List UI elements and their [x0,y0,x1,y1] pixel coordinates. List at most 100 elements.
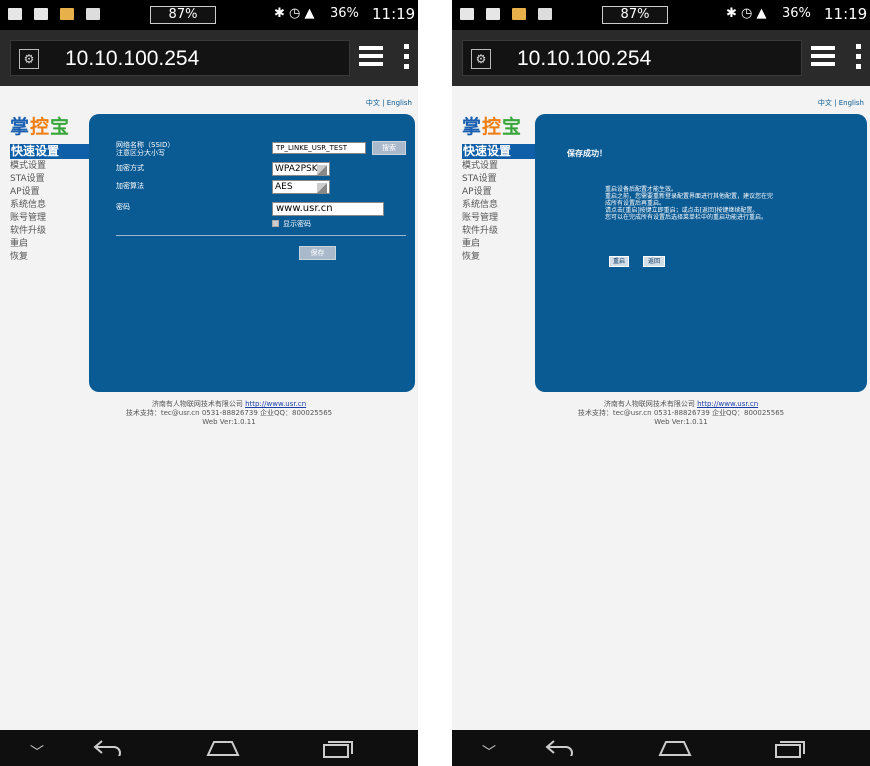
no-signal-icon [34,8,48,20]
battery-box: 87% [602,6,668,24]
logo: 掌控宝 [10,116,71,138]
cat-notification-icon [538,8,552,20]
password-label: 密码 [116,203,130,211]
nav-item-sta[interactable]: STA设置 [462,173,542,186]
status-bar: 87% ✱ ◷ ▲ 36% 11:19 [0,0,418,30]
ssid-label: 网络名称（SSID） [116,141,175,149]
tabs-icon[interactable] [811,46,835,68]
screenshot-icon [8,8,22,20]
company-link[interactable]: http://www.usr.cn [697,400,758,408]
nav-item-account[interactable]: 账号管理 [10,212,90,225]
footer: 济南有人物联网技术有限公司 http://www.usr.cn 技术支持：tec… [40,400,418,427]
save-button[interactable]: 保存 [299,246,336,260]
url-field[interactable]: ⚙ 10.10.100.254 [10,40,350,76]
signal-percent: 36% [330,6,359,21]
browser-toolbar: ⚙ 10.10.100.254 [452,30,870,86]
ssid-input[interactable]: TP_LINKE_USR_TEST [272,142,366,154]
home-icon[interactable] [206,740,240,756]
encryption-select[interactable]: WPA2PSK [272,162,330,176]
password-input[interactable]: www.usr.cn [272,202,384,216]
nav-item-system-info[interactable]: 系统信息 [10,199,90,212]
algorithm-select[interactable]: AES [272,180,330,194]
recent-apps-icon[interactable] [774,740,806,758]
back-icon[interactable] [92,738,124,756]
nav-item-account[interactable]: 账号管理 [462,212,542,225]
android-nav-bar: ﹀ [0,730,418,766]
nav-item-restart[interactable]: 重启 [10,238,90,251]
url-field[interactable]: ⚙ 10.10.100.254 [462,40,802,76]
company-link[interactable]: http://www.usr.cn [245,400,306,408]
nav-item-ap[interactable]: AP设置 [10,186,90,199]
site-icon: ⚙ [471,49,491,69]
no-signal-icon [486,8,500,20]
hide-keyboard-icon[interactable]: ﹀ [30,742,44,762]
android-nav-bar: ﹀ [452,730,870,766]
side-nav: 快速设置 模式设置 STA设置 AP设置 系统信息 账号管理 软件升级 重启 恢… [462,144,542,264]
restart-button[interactable]: 重启 [609,256,629,267]
home-icon[interactable] [658,740,692,756]
phone-screen-quick-setup: 87% ✱ ◷ ▲ 36% 11:19 ⚙ 10.10.100.254 中文 |… [0,0,418,766]
nav-item-upgrade[interactable]: 软件升级 [10,225,90,238]
site-icon: ⚙ [19,49,39,69]
language-switch[interactable]: 中文 | English [818,98,864,108]
success-message: 重启设备后配置才能生效。 重启之前，您需要重新登录配置界面进行其他配置，建议您在… [605,186,774,221]
url-text[interactable]: 10.10.100.254 [517,47,651,71]
logo: 掌控宝 [462,116,523,138]
success-title: 保存成功！ [567,149,607,158]
browser-toolbar: ⚙ 10.10.100.254 [0,30,418,86]
nav-item-quick-setup[interactable]: 快速设置 [462,144,542,159]
tabs-icon[interactable] [359,46,383,68]
bluetooth-alarm-wifi-icons: ✱ ◷ ▲ [726,6,767,21]
nav-item-restore[interactable]: 恢复 [462,251,542,264]
nav-item-system-info[interactable]: 系统信息 [462,199,542,212]
clock: 11:19 [824,5,868,23]
version-info: Web Ver:1.0.11 [654,418,708,426]
clock: 11:19 [372,5,416,23]
phone-screen-save-success: 87% ✱ ◷ ▲ 36% 11:19 ⚙ 10.10.100.254 中文 |… [452,0,870,766]
settings-panel: 网络名称（SSID） 注意区分大小写 TP_LINKE_USR_TEST 搜索 … [89,114,415,392]
nav-item-sta[interactable]: STA设置 [10,173,90,186]
algorithm-label: 加密算法 [116,182,144,190]
show-password-checkbox[interactable] [272,220,279,227]
bluetooth-alarm-wifi-icons: ✱ ◷ ▲ [274,6,315,21]
show-password-label: 显示密码 [283,220,311,228]
web-page: 中文 | English 掌控宝 快速设置 模式设置 STA设置 AP设置 系统… [0,86,418,730]
overflow-menu-icon[interactable] [404,44,410,70]
nav-item-ap[interactable]: AP设置 [462,186,542,199]
encryption-label: 加密方式 [116,164,144,172]
nav-item-quick-setup[interactable]: 快速设置 [10,144,90,159]
hide-keyboard-icon[interactable]: ﹀ [482,742,496,762]
chevron-down-icon [317,165,327,175]
footer: 济南有人物联网技术有限公司 http://www.usr.cn 技术支持：tec… [492,400,870,427]
screenshot-icon [460,8,474,20]
url-text[interactable]: 10.10.100.254 [65,47,199,71]
divider [116,235,406,236]
search-button[interactable]: 搜索 [372,141,406,155]
support-info: 技术支持：tec@usr.cn 0531-88826739 企业QQ：80002… [577,409,785,417]
nav-item-restart[interactable]: 重启 [462,238,542,251]
success-panel: 保存成功！ 重启设备后配置才能生效。 重启之前，您需要重新登录配置界面进行其他配… [535,114,867,392]
side-nav: 快速设置 模式设置 STA设置 AP设置 系统信息 账号管理 软件升级 重启 恢… [10,144,90,264]
battery-box: 87% [150,6,216,24]
overflow-menu-icon[interactable] [856,44,862,70]
nav-item-mode[interactable]: 模式设置 [10,160,90,173]
version-info: Web Ver:1.0.11 [202,418,256,426]
nav-item-mode[interactable]: 模式设置 [462,160,542,173]
back-button[interactable]: 返回 [643,256,665,267]
app-notification-icon [512,8,526,20]
nav-item-restore[interactable]: 恢复 [10,251,90,264]
recent-apps-icon[interactable] [322,740,354,758]
company-name: 济南有人物联网技术有限公司 [603,400,695,408]
app-notification-icon [60,8,74,20]
web-page: 中文 | English 掌控宝 快速设置 模式设置 STA设置 AP设置 系统… [452,86,870,730]
chevron-down-icon [317,183,327,193]
support-info: 技术支持：tec@usr.cn 0531-88826739 企业QQ：80002… [125,409,333,417]
nav-item-upgrade[interactable]: 软件升级 [462,225,542,238]
company-name: 济南有人物联网技术有限公司 [151,400,243,408]
status-bar: 87% ✱ ◷ ▲ 36% 11:19 [452,0,870,30]
back-icon[interactable] [544,738,576,756]
language-switch[interactable]: 中文 | English [366,98,412,108]
signal-percent: 36% [782,6,811,21]
cat-notification-icon [86,8,100,20]
ssid-note: 注意区分大小写 [116,149,165,157]
